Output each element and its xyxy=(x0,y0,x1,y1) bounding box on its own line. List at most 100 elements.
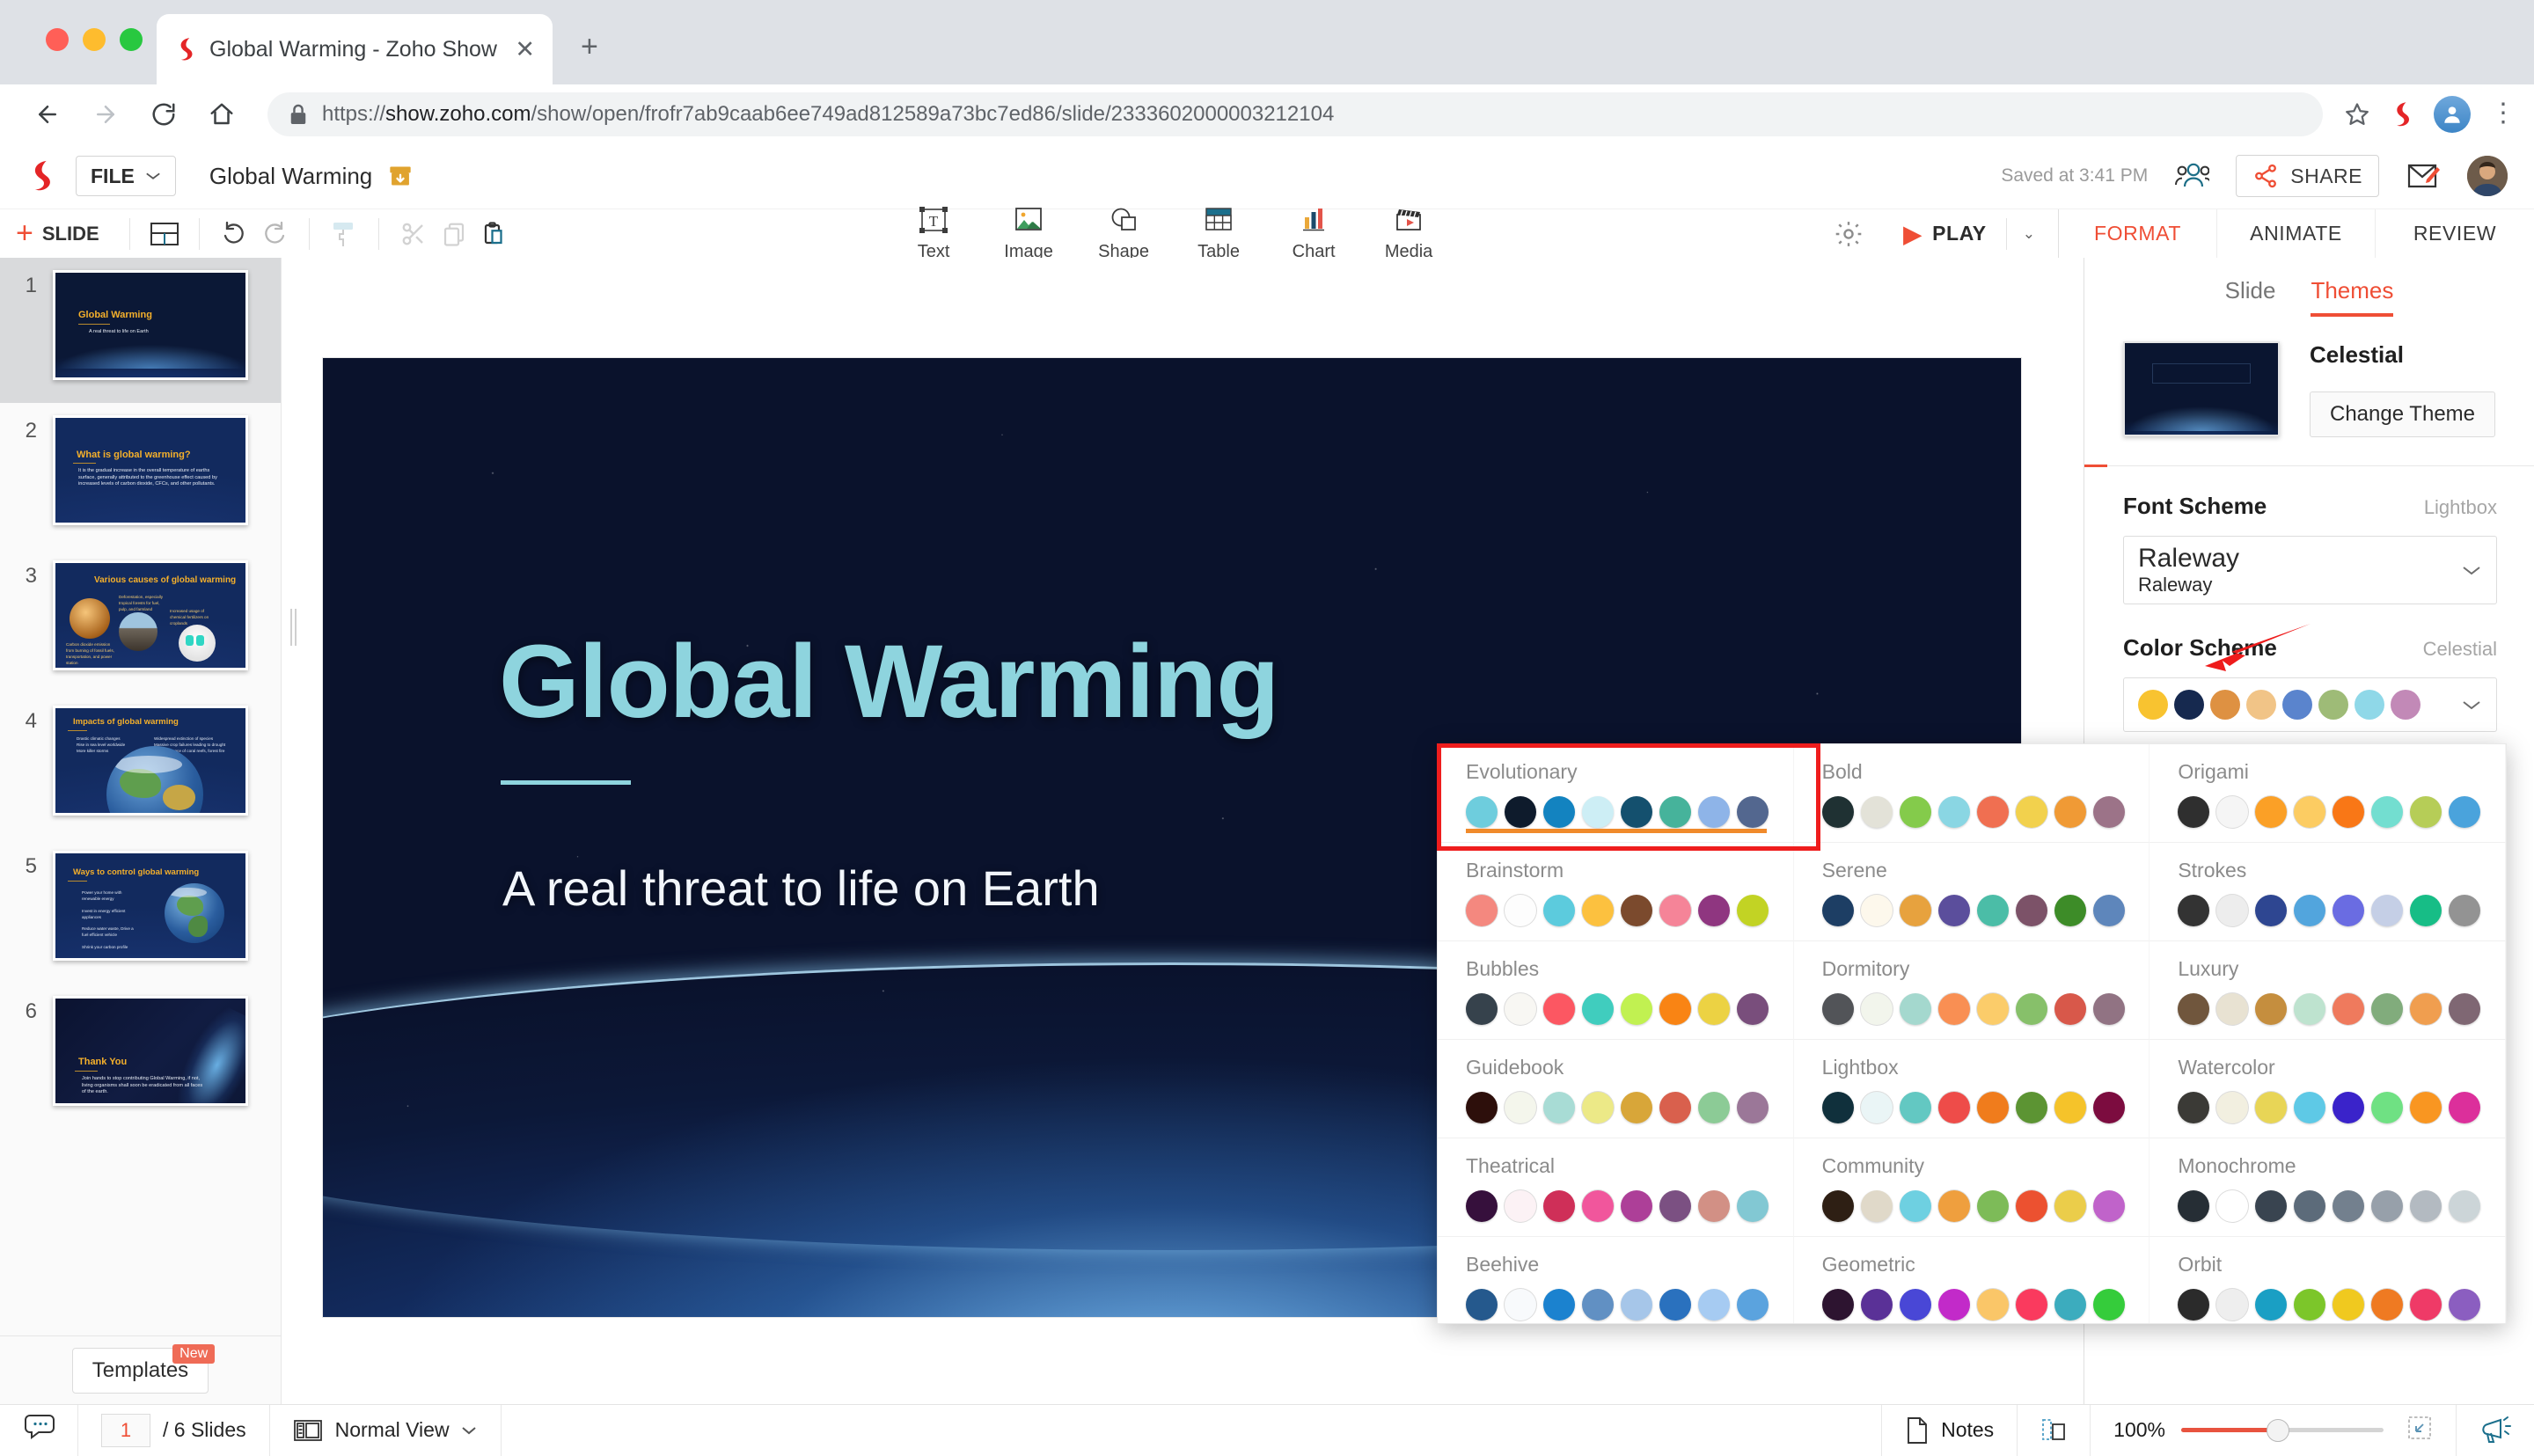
media-clapper-icon xyxy=(1391,205,1426,238)
panel-tab-themes[interactable]: Themes xyxy=(2311,277,2393,317)
color-scheme-option[interactable]: Origami xyxy=(2150,744,2506,843)
panel-splitter-handle[interactable] xyxy=(290,606,299,648)
color-scheme-dropdown[interactable]: EvolutionaryBoldOrigami BrainstormSereneS… xyxy=(1437,743,2507,1324)
templates-button[interactable]: Templates New xyxy=(72,1348,209,1394)
color-scheme-option[interactable]: Luxury xyxy=(2150,941,2506,1040)
view-mode-selector[interactable]: Normal View xyxy=(270,1405,502,1456)
color-scheme-option[interactable]: Strokes xyxy=(2150,843,2506,941)
color-scheme-option-name: Luxury xyxy=(2178,957,2482,981)
announcements-button[interactable] xyxy=(2457,1405,2534,1456)
slide-layout-button[interactable] xyxy=(144,214,185,254)
play-button[interactable]: ▶ PLAY xyxy=(1890,222,2001,245)
minimize-window-button[interactable] xyxy=(83,28,106,51)
add-slide-button[interactable]: + SLIDE xyxy=(16,222,115,245)
tab-format[interactable]: FORMAT xyxy=(2059,209,2217,258)
bookmark-star-icon[interactable] xyxy=(2344,101,2370,128)
zoho-show-logo-icon[interactable] xyxy=(26,158,56,194)
color-scheme-option[interactable]: Brainstorm xyxy=(1438,843,1794,941)
insert-image-button[interactable]: Image xyxy=(981,205,1076,262)
maximize-window-button[interactable] xyxy=(120,28,143,51)
slide-thumbnail-4[interactable]: 4 Impacts of global warming Drastic clim… xyxy=(0,693,281,838)
slide-subtitle-text[interactable]: A real threat to life on Earth xyxy=(502,860,1100,917)
insert-media-button[interactable]: Media xyxy=(1361,205,1456,262)
browser-menu-button[interactable]: ⋮ xyxy=(2490,106,2506,121)
color-scheme-option[interactable]: Orbit xyxy=(2150,1237,2506,1324)
insert-text-button[interactable]: T Text xyxy=(886,205,981,262)
current-page-input[interactable]: 1 xyxy=(101,1414,150,1447)
color-swatch xyxy=(1900,796,1931,828)
document-title[interactable]: Global Warming xyxy=(209,163,372,190)
save-to-drive-icon[interactable] xyxy=(388,164,413,188)
reload-button[interactable] xyxy=(139,90,188,139)
color-scheme-option[interactable]: Watercolor xyxy=(2150,1040,2506,1138)
settings-button[interactable] xyxy=(1828,214,1869,254)
tab-animate[interactable]: ANIMATE xyxy=(2217,209,2376,258)
insert-table-button[interactable]: Table xyxy=(1171,205,1266,262)
back-button[interactable] xyxy=(23,90,72,139)
color-scheme-option[interactable]: Beehive xyxy=(1438,1237,1794,1324)
color-scheme-option[interactable]: Dormitory xyxy=(1794,941,2150,1040)
color-scheme-option[interactable]: Theatrical xyxy=(1438,1138,1794,1237)
slide-title-text[interactable]: Global Warming xyxy=(499,622,1278,742)
layout-icon xyxy=(150,221,179,247)
slide-thumbnail-5[interactable]: 5 Ways to control global warming Power y… xyxy=(0,838,281,984)
slide-thumbnail-6[interactable]: 6 Thank You Join hands to stop contribut… xyxy=(0,984,281,1129)
new-tab-button[interactable]: + xyxy=(581,32,598,62)
cut-button[interactable] xyxy=(393,214,434,254)
color-swatch xyxy=(2054,796,2086,828)
chat-button[interactable] xyxy=(0,1412,77,1448)
user-avatar[interactable] xyxy=(2467,156,2508,196)
slide-thumbnail-3[interactable]: 3 Various causes of global warming Carbo… xyxy=(0,548,281,693)
insert-chart-button[interactable]: Chart xyxy=(1266,205,1361,262)
slide-thumbnails-panel[interactable]: 1 Global Warming A real threat to life o… xyxy=(0,258,282,1335)
theme-preview-thumbnail[interactable] xyxy=(2123,341,2280,436)
color-scheme-select[interactable] xyxy=(2123,677,2497,732)
paste-button[interactable] xyxy=(474,214,515,254)
undo-button[interactable] xyxy=(214,214,254,254)
feedback-edit-icon[interactable] xyxy=(2406,160,2441,192)
presenter-view-toggle[interactable] xyxy=(2018,1405,2091,1456)
close-window-button[interactable] xyxy=(46,28,69,51)
collaborators-icon[interactable] xyxy=(2174,161,2209,191)
color-scheme-option[interactable]: Evolutionary xyxy=(1438,744,1794,843)
color-swatch xyxy=(1505,895,1536,926)
new-badge: New xyxy=(172,1344,215,1364)
insert-shape-button[interactable]: Shape xyxy=(1076,205,1171,262)
browser-tab[interactable]: Global Warming - Zoho Show ✕ xyxy=(157,14,553,84)
notes-toggle[interactable]: Notes xyxy=(1881,1405,2018,1456)
color-swatch xyxy=(1466,1289,1498,1321)
zoom-slider[interactable] xyxy=(2181,1428,2384,1432)
redo-button[interactable] xyxy=(254,214,295,254)
panel-tab-slide[interactable]: Slide xyxy=(2225,277,2276,317)
share-button[interactable]: SHARE xyxy=(2236,155,2379,197)
slide-thumbnail-1[interactable]: 1 Global Warming A real threat to life o… xyxy=(0,258,281,403)
file-menu-button[interactable]: FILE xyxy=(76,156,176,196)
thumb-title: Ways to control global warming xyxy=(73,867,199,877)
color-scheme-swatches xyxy=(2178,1289,2482,1321)
color-swatch xyxy=(2210,690,2240,720)
color-scheme-option[interactable]: Serene xyxy=(1794,843,2150,941)
color-scheme-option[interactable]: Bold xyxy=(1794,744,2150,843)
format-painter-button[interactable] xyxy=(324,214,364,254)
address-bar[interactable]: https://show.zoho.com/show/open/frofr7ab… xyxy=(267,92,2323,136)
tab-review[interactable]: REVIEW xyxy=(2376,209,2534,258)
color-scheme-option[interactable]: Monochrome xyxy=(2150,1138,2506,1237)
color-scheme-option[interactable]: Geometric xyxy=(1794,1237,2150,1324)
home-button[interactable] xyxy=(197,90,246,139)
forward-button[interactable] xyxy=(81,90,130,139)
browser-profile-avatar[interactable] xyxy=(2434,96,2471,133)
slide-thumbnail-2[interactable]: 2 What is global warming? It is the grad… xyxy=(0,403,281,548)
fit-to-screen-button[interactable] xyxy=(2406,1415,2433,1445)
close-tab-button[interactable]: ✕ xyxy=(515,38,535,62)
zoom-slider-knob[interactable] xyxy=(2267,1419,2289,1442)
play-options-caret-icon[interactable]: ⌄ xyxy=(2023,225,2035,243)
color-scheme-option[interactable]: Bubbles xyxy=(1438,941,1794,1040)
color-scheme-option[interactable]: Community xyxy=(1794,1138,2150,1237)
change-theme-button[interactable]: Change Theme xyxy=(2310,391,2495,437)
font-scheme-select[interactable]: Raleway Raleway xyxy=(2123,536,2497,604)
copy-button[interactable] xyxy=(434,214,474,254)
zoho-extension-icon[interactable] xyxy=(2390,100,2414,128)
color-scheme-option[interactable]: Guidebook xyxy=(1438,1040,1794,1138)
color-scheme-option[interactable]: Lightbox xyxy=(1794,1040,2150,1138)
color-swatch xyxy=(2371,993,2403,1025)
